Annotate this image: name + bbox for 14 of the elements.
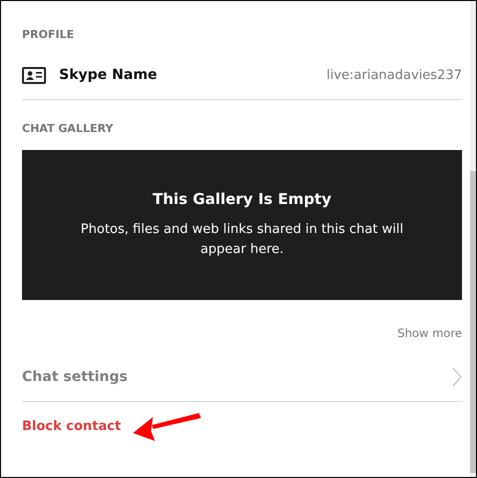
- scrollbar-thumb[interactable]: [470, 171, 476, 473]
- contact-card-icon: [22, 66, 46, 84]
- chevron-right-icon: [452, 367, 462, 387]
- gallery-title: This Gallery Is Empty: [152, 190, 332, 208]
- skype-name-label: Skype Name: [59, 67, 158, 83]
- skype-name-value: live:arianadavies237: [326, 68, 462, 82]
- block-contact-link[interactable]: Block contact: [22, 419, 121, 434]
- scrollbar[interactable]: [470, 1, 476, 477]
- gallery-message: Photos, files and web links shared in this chat will appear here.: [80, 221, 404, 259]
- section-heading: PROFILE: [22, 28, 76, 41]
- arrow-drawing: [131, 411, 201, 441]
- chat-settings-item[interactable]: Chat settings: [22, 367, 462, 387]
- show-more-link[interactable]: Show more: [398, 326, 462, 340]
- section-heading: CHAT GALLERY: [22, 122, 114, 135]
